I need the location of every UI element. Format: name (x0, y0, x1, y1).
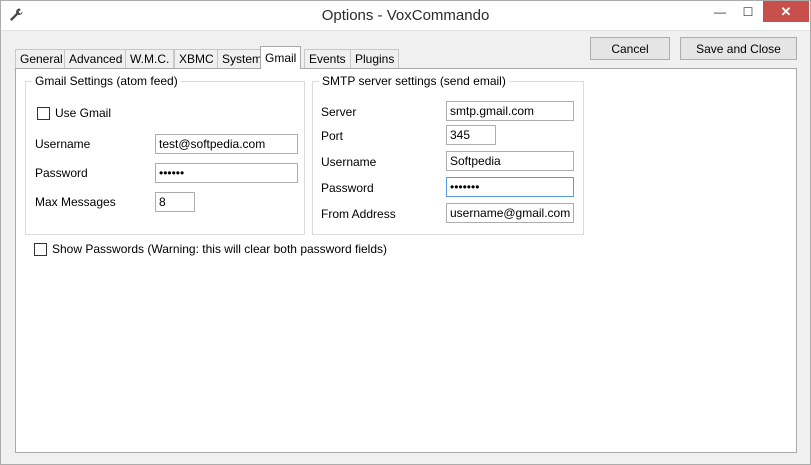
save-and-close-button[interactable]: Save and Close (680, 37, 797, 60)
gmail-username-input[interactable]: test@softpedia.com (155, 134, 298, 154)
cancel-button[interactable]: Cancel (590, 37, 670, 60)
title-bar[interactable]: Options - VoxCommando — ☐ ✕ (1, 1, 810, 31)
window-title: Options - VoxCommando (321, 7, 490, 24)
tab-plugins[interactable]: Plugins (350, 49, 400, 68)
tab-xbmc[interactable]: XBMC (174, 49, 219, 68)
close-button[interactable]: ✕ (763, 1, 809, 22)
tab-gmail[interactable]: Gmail (260, 46, 302, 69)
minimize-button[interactable]: — (707, 1, 733, 22)
show-passwords-label: Show Passwords (Warning: this will clear… (52, 242, 388, 256)
smtp-server-label: Server (321, 105, 357, 119)
use-gmail-label: Use Gmail (55, 106, 112, 120)
smtp-port-label: Port (321, 129, 344, 143)
gmail-password-input[interactable]: •••••• (155, 163, 298, 183)
show-passwords-checkbox[interactable] (34, 243, 47, 256)
smtp-username-label: Username (321, 155, 377, 169)
smtp-settings-legend: SMTP server settings (send email) (319, 74, 509, 88)
smtp-password-input[interactable]: ••••••• (446, 177, 574, 197)
max-messages-input[interactable]: 8 (155, 192, 195, 212)
options-window: Options - VoxCommando — ☐ ✕ Cancel Save … (0, 0, 811, 465)
from-address-label: From Address (321, 207, 396, 221)
tab-wmc[interactable]: W.M.C. (125, 49, 175, 68)
gmail-username-label: Username (35, 137, 91, 151)
smtp-server-input[interactable]: smtp.gmail.com (446, 101, 574, 121)
tab-advanced[interactable]: Advanced (64, 49, 128, 68)
gmail-settings-group: Gmail Settings (atom feed) Use Gmail Use… (25, 74, 305, 235)
from-address-input[interactable]: username@gmail.com (446, 203, 574, 223)
gmail-settings-legend: Gmail Settings (atom feed) (32, 74, 181, 88)
gmail-tab-panel: Gmail Settings (atom feed) Use Gmail Use… (15, 68, 797, 453)
smtp-settings-group: SMTP server settings (send email) Server… (312, 74, 584, 235)
max-messages-label: Max Messages (35, 195, 116, 209)
use-gmail-checkbox[interactable] (37, 107, 50, 120)
tab-general[interactable]: General (15, 49, 68, 68)
gmail-password-label: Password (35, 166, 88, 180)
smtp-password-label: Password (321, 181, 374, 195)
smtp-username-input[interactable]: Softpedia (446, 151, 574, 171)
maximize-button[interactable]: ☐ (735, 1, 761, 22)
tab-events[interactable]: Events (304, 49, 351, 68)
smtp-port-input[interactable]: 345 (446, 125, 496, 145)
